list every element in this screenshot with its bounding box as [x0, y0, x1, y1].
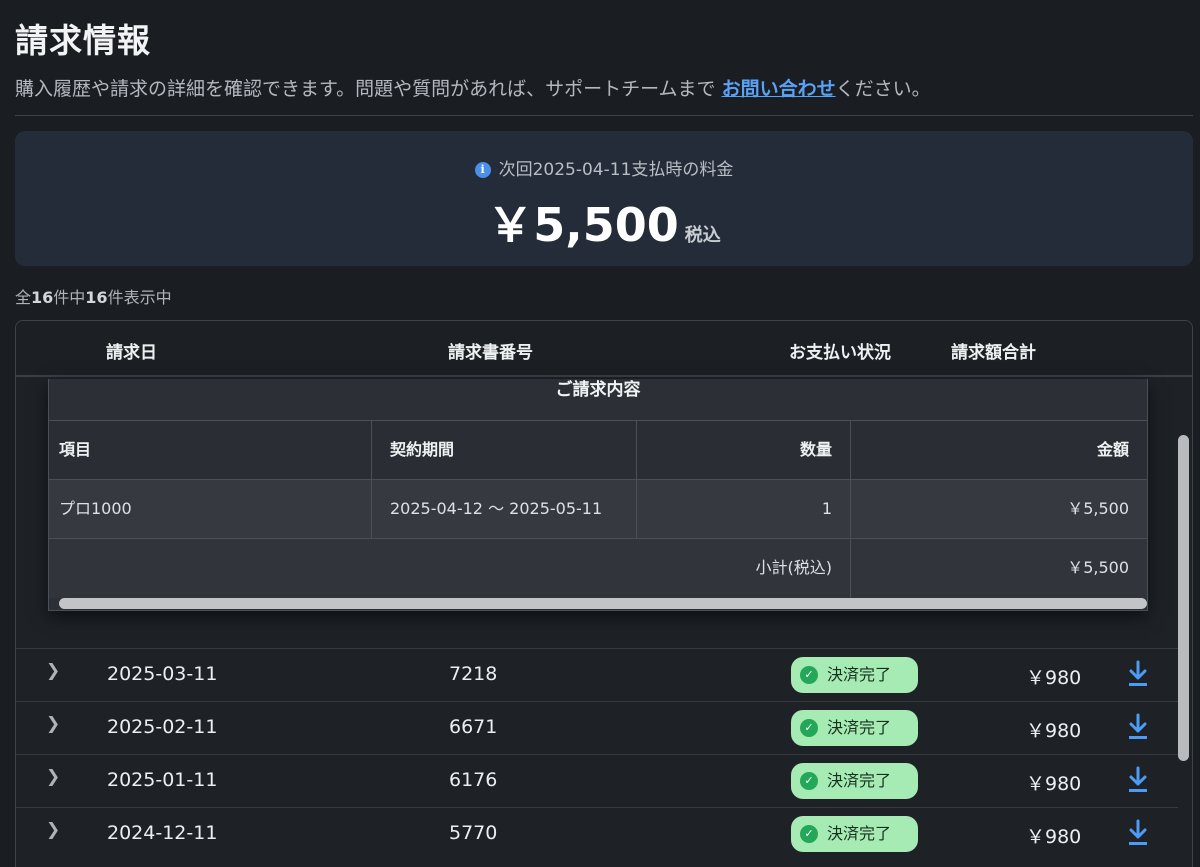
count-shown: 16 [85, 288, 108, 307]
column-header-total: 請求額合計 [951, 343, 1036, 363]
row-invoice-number: 6176 [449, 769, 498, 791]
status-badge: ✓ 決済完了 [791, 763, 918, 799]
row-amount: ￥980 [1026, 720, 1082, 742]
check-circle-icon: ✓ [800, 772, 818, 790]
download-icon[interactable] [1126, 712, 1150, 742]
detail-horizontal-scrollbar[interactable] [59, 598, 1147, 609]
detail-item-amount: ￥5,500 [1067, 499, 1129, 518]
detail-header-row: 項目 契約期間 数量 金額 [49, 421, 1147, 480]
row-date: 2025-03-11 [107, 663, 218, 685]
detail-header-period: 契約期間 [372, 421, 637, 480]
table-row[interactable]: ❯ 2025-01-11 6176 ✓ 決済完了 ￥980 [16, 754, 1178, 807]
detail-item-period: 2025-04-12 〜 2025-05-11 [372, 480, 637, 539]
column-header-date: 請求日 [106, 343, 157, 363]
download-icon[interactable] [1126, 659, 1150, 689]
row-invoice-number: 5770 [449, 822, 498, 844]
status-badge: ✓ 決済完了 [791, 657, 918, 693]
status-text: 決済完了 [827, 718, 892, 737]
detail-subtotal-label: 小計(税込) [49, 539, 851, 598]
chevron-right-icon[interactable]: ❯ [46, 767, 60, 787]
detail-item-row: プロ1000 2025-04-12 〜 2025-05-11 1 ￥5,500 [49, 480, 1147, 539]
column-header-invoice-number: 請求書番号 [448, 343, 533, 363]
row-date: 2025-02-11 [107, 716, 218, 738]
count-middle: 件中 [53, 288, 86, 307]
table-header: 請求日 請求書番号 お支払い状況 請求額合計 [16, 321, 1192, 377]
next-payment-label-row: i 次回2025-04-11支払時の料金 [15, 155, 1193, 180]
next-payment-tax-label: 税込 [684, 225, 721, 246]
detail-item-name: プロ1000 [49, 480, 372, 539]
next-payment-amount-row: ￥5,500 税込 [15, 189, 1193, 255]
table-row[interactable]: ❯ 2024-12-11 5770 ✓ 決済完了 ￥980 [16, 807, 1178, 860]
next-payment-amount: ￥5,500 [487, 198, 679, 252]
description-suffix: ください。 [835, 78, 931, 100]
detail-caption: ご請求内容 [49, 379, 1147, 421]
page-description: 購入履歴や請求の詳細を確認できます。問題や質問があれば、サポートチームまで お問… [15, 74, 931, 101]
row-date: 2025-01-11 [107, 769, 218, 791]
chevron-right-icon[interactable]: ❯ [46, 820, 60, 840]
billing-table: 請求日 請求書番号 お支払い状況 請求額合計 ご請求内容 項目 契約期間 数量 … [15, 320, 1193, 867]
description-prefix: 購入履歴や請求の詳細を確認できます。問題や質問があれば、サポートチームまで [15, 78, 722, 100]
count-suffix: 件表示中 [107, 288, 172, 307]
invoice-detail-panel: ご請求内容 項目 契約期間 数量 金額 プロ1000 2025-04-12 〜 … [48, 379, 1148, 611]
detail-header-item: 項目 [49, 421, 372, 480]
contact-link[interactable]: お問い合わせ [722, 78, 836, 100]
next-payment-card: i 次回2025-04-11支払時の料金 ￥5,500 税込 [15, 131, 1193, 266]
status-text: 決済完了 [827, 824, 892, 843]
next-payment-label: 次回2025-04-11支払時の料金 [498, 160, 734, 180]
count-total: 16 [31, 288, 54, 307]
info-icon: i [474, 162, 491, 178]
billing-page: 請求情報 購入履歴や請求の詳細を確認できます。問題や質問があれば、サポートチーム… [0, 0, 1200, 867]
result-count: 全16件中16件表示中 [15, 284, 172, 308]
detail-item-quantity: 1 [637, 480, 851, 539]
detail-header-quantity: 数量 [637, 421, 851, 480]
check-circle-icon: ✓ [800, 825, 818, 843]
detail-subtotal-row: 小計(税込) ￥5,500 [49, 539, 1147, 598]
download-icon[interactable] [1126, 818, 1150, 848]
detail-header-amount: 金額 [1096, 440, 1129, 459]
chevron-right-icon[interactable]: ❯ [46, 661, 60, 681]
download-icon[interactable] [1126, 765, 1150, 795]
detail-subtotal-amount: ￥5,500 [1067, 558, 1129, 577]
table-row[interactable]: ❯ 2025-02-11 6671 ✓ 決済完了 ￥980 [16, 701, 1178, 754]
status-text: 決済完了 [827, 665, 892, 684]
status-text: 決済完了 [827, 771, 892, 790]
vertical-scrollbar[interactable] [1178, 435, 1189, 761]
row-invoice-number: 7218 [449, 663, 498, 685]
row-invoice-number: 6671 [449, 716, 498, 738]
chevron-right-icon[interactable]: ❯ [46, 714, 60, 734]
check-circle-icon: ✓ [800, 719, 818, 737]
header-divider [15, 115, 1193, 116]
check-circle-icon: ✓ [800, 666, 818, 684]
page-title: 請求情報 [15, 21, 151, 60]
table-row[interactable]: ❯ 2025-03-11 7218 ✓ 決済完了 ￥980 [16, 648, 1178, 701]
row-amount: ￥980 [1026, 773, 1082, 795]
status-badge: ✓ 決済完了 [791, 710, 918, 746]
count-prefix: 全 [15, 288, 32, 307]
status-badge: ✓ 決済完了 [791, 816, 918, 852]
row-amount: ￥980 [1026, 667, 1082, 689]
row-date: 2024-12-11 [107, 822, 218, 844]
column-header-status: お支払い状況 [789, 343, 891, 363]
row-amount: ￥980 [1026, 826, 1082, 848]
